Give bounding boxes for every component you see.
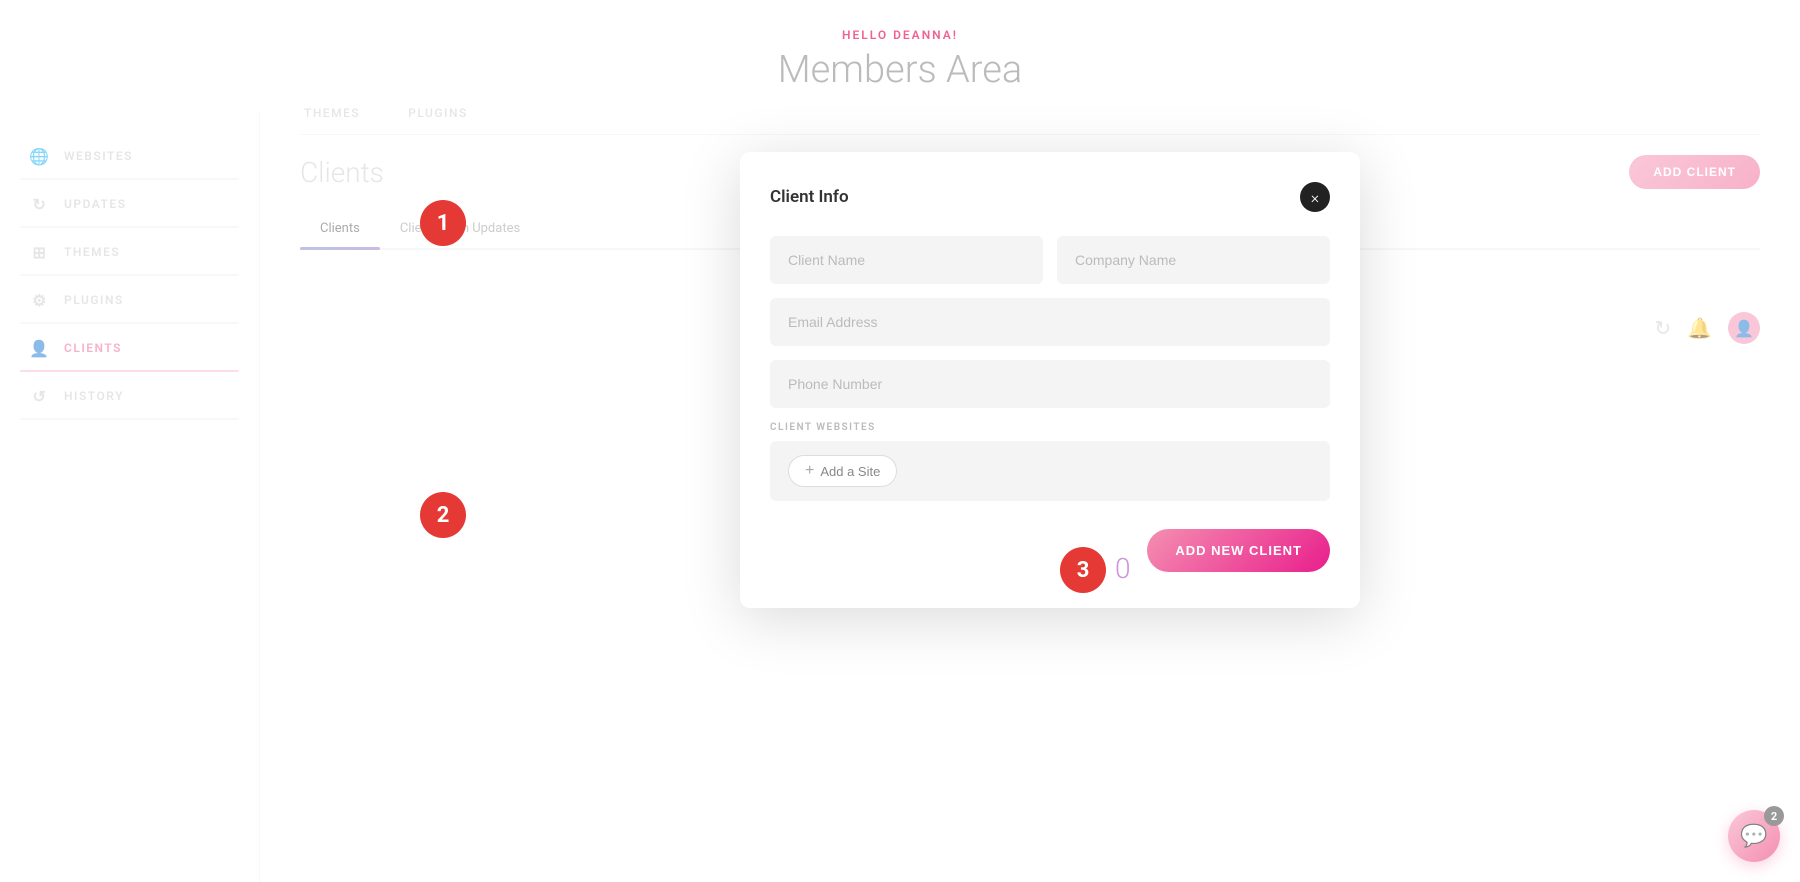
step-badge-3: 3	[1060, 547, 1106, 593]
modal-title: Client Info	[770, 187, 849, 207]
sites-area: + Add a Site	[770, 441, 1330, 501]
add-site-label: Add a Site	[820, 464, 880, 479]
modal: Client Info × CLIENT WEBSITES + Add a Si…	[740, 152, 1360, 608]
step-badge-1: 1	[420, 200, 466, 246]
phone-input[interactable]	[770, 360, 1330, 408]
websites-label: CLIENT WEBSITES	[770, 422, 1330, 433]
greeting: HELLO DEANNA!	[0, 0, 1800, 48]
company-name-input[interactable]	[1057, 236, 1330, 284]
email-input[interactable]	[770, 298, 1330, 346]
badge3-number: 0	[1115, 552, 1131, 585]
main-title: Members Area	[0, 48, 1800, 92]
add-new-client-button[interactable]: ADD NEW CLIENT	[1147, 529, 1330, 572]
client-name-input[interactable]	[770, 236, 1043, 284]
add-site-button[interactable]: + Add a Site	[788, 455, 897, 487]
plus-icon: +	[805, 462, 814, 480]
modal-close-button[interactable]: ×	[1300, 182, 1330, 212]
step-badge-2: 2	[420, 492, 466, 538]
